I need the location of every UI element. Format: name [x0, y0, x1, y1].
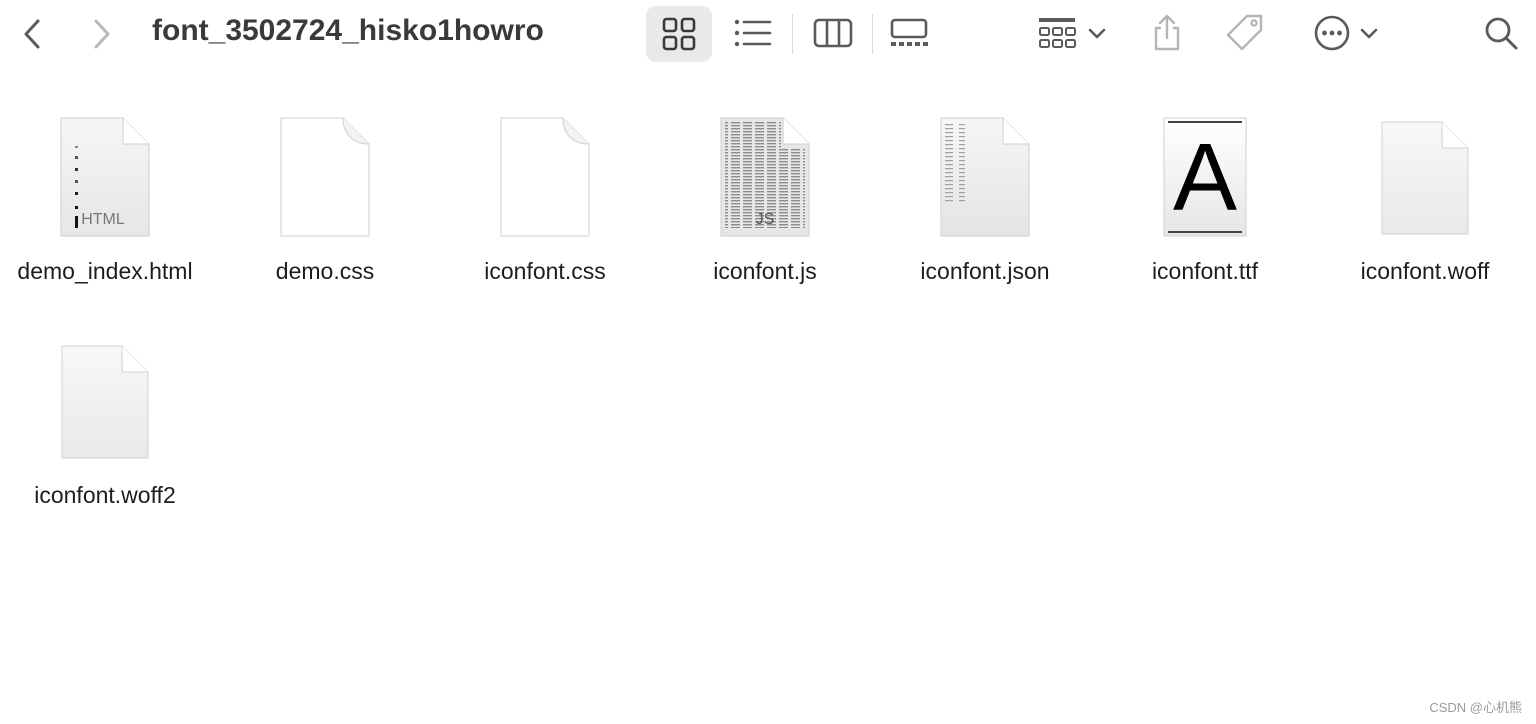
- blank-file-icon: [61, 345, 149, 459]
- blank-file-icon: [500, 117, 590, 237]
- chevron-down-icon: [1360, 28, 1378, 39]
- window-title: font_3502724_hisko1howro: [152, 14, 544, 47]
- share-button[interactable]: [1144, 10, 1190, 56]
- tag-button[interactable]: [1222, 10, 1268, 56]
- gallery-icon: [890, 18, 928, 46]
- forward-button[interactable]: [84, 14, 120, 54]
- file-name: demo_index.html: [17, 258, 193, 284]
- js-file-icon: JS: [720, 117, 810, 237]
- file-name: iconfont.woff2: [34, 482, 176, 508]
- group-by-button[interactable]: [1032, 10, 1112, 56]
- file-item[interactable]: HTML demo_index.html: [0, 100, 215, 300]
- column-view-button[interactable]: [808, 10, 858, 56]
- file-item[interactable]: JS iconfont.js: [655, 100, 875, 300]
- icon-view-button[interactable]: [646, 6, 712, 62]
- file-item[interactable]: demo.css: [215, 100, 435, 300]
- file-badge: JS: [756, 211, 775, 228]
- file-name: iconfont.ttf: [1151, 258, 1259, 284]
- toolbar-divider: [792, 14, 793, 54]
- watermark: CSDN @心机熊: [1429, 700, 1522, 715]
- list-view-button[interactable]: [728, 10, 778, 56]
- file-item[interactable]: iconfont.css: [435, 100, 655, 300]
- toolbar: font_3502724_hisko1howro: [0, 0, 1536, 68]
- gallery-view-button[interactable]: [884, 10, 934, 56]
- file-name: iconfont.css: [484, 258, 606, 284]
- chevron-left-icon: [24, 19, 40, 49]
- file-item[interactable]: iconfont.woff2: [0, 324, 215, 524]
- share-icon: [1154, 14, 1180, 51]
- more-actions-button[interactable]: [1306, 10, 1386, 56]
- file-item[interactable]: iconfont.woff: [1315, 100, 1535, 300]
- file-name: demo.css: [275, 258, 375, 284]
- json-file-icon: [940, 117, 1030, 237]
- blank-file-icon: [1381, 121, 1469, 235]
- file-badge: A: [1173, 124, 1237, 231]
- html-file-icon: HTML: [60, 117, 150, 237]
- ellipsis-circle-icon: [1314, 15, 1350, 51]
- chevron-down-icon: [1088, 28, 1106, 39]
- toolbar-divider: [872, 14, 873, 54]
- blank-file-icon: [280, 117, 370, 237]
- list-icon: [734, 19, 772, 47]
- search-button[interactable]: [1478, 10, 1524, 56]
- search-icon: [1485, 17, 1518, 50]
- file-name: iconfont.woff: [1360, 258, 1490, 284]
- file-item[interactable]: iconfont.json: [875, 100, 1095, 300]
- back-button[interactable]: [14, 14, 50, 54]
- chevron-right-icon: [94, 19, 110, 49]
- columns-icon: [813, 18, 853, 48]
- tag-icon: [1226, 14, 1263, 51]
- file-name: iconfont.json: [920, 258, 1050, 284]
- font-file-icon: A: [1163, 117, 1247, 237]
- file-name: iconfont.js: [713, 258, 817, 284]
- group-by-icon: [1039, 18, 1076, 48]
- file-badge: HTML: [81, 211, 125, 228]
- grid-icon: [662, 17, 696, 51]
- file-item[interactable]: A iconfont.ttf: [1095, 100, 1315, 300]
